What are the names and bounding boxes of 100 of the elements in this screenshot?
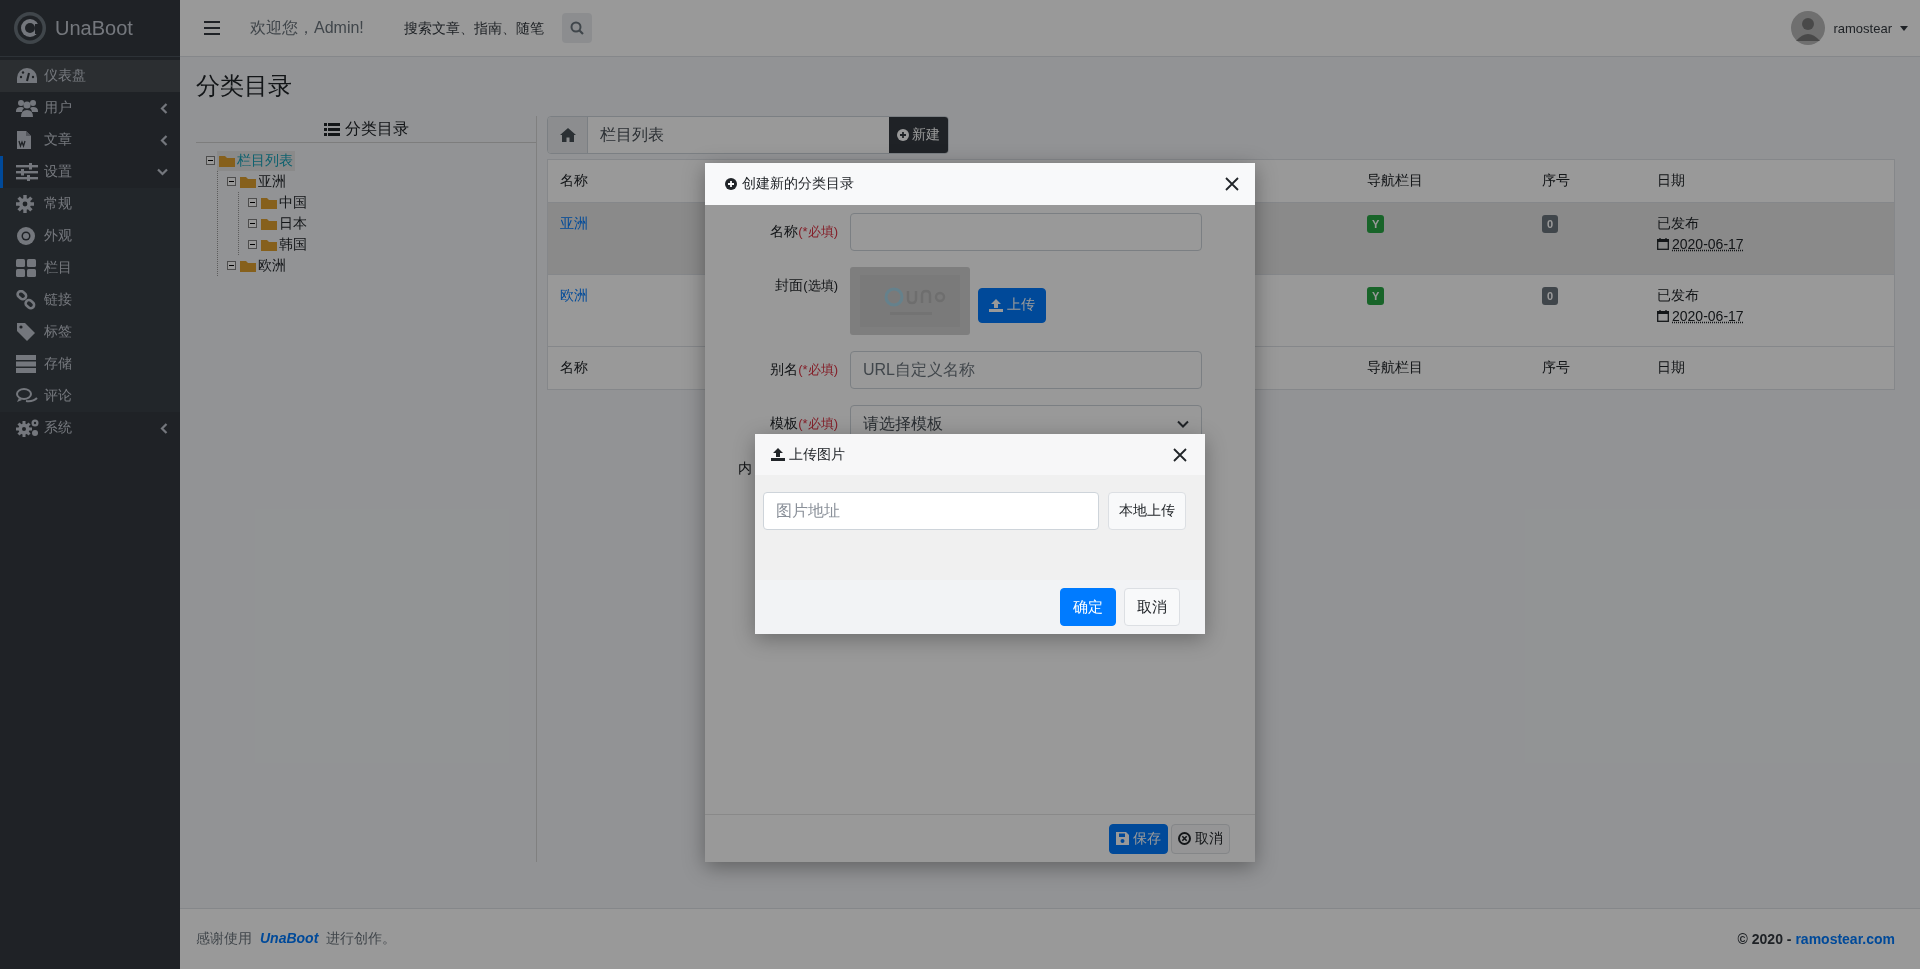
nav-badge: Y [1367, 287, 1385, 305]
cancel-button[interactable]: 取消 [1171, 823, 1230, 854]
tag-icon [16, 322, 36, 342]
brand-name: UnaBoot [55, 16, 133, 40]
search-button[interactable] [561, 13, 592, 43]
search-icon [569, 21, 584, 35]
grid-icon [16, 259, 36, 277]
copyright-text: © 2020 - ramostear.com [1737, 931, 1895, 947]
close-icon [1225, 177, 1239, 191]
save-icon [1116, 832, 1129, 845]
field-label: 内 [738, 460, 752, 476]
brand-link[interactable]: UnaBoot [260, 930, 319, 946]
users-icon [16, 99, 38, 117]
sidebar-item[interactable]: 存储 [0, 348, 180, 380]
column-header: 序号 [1541, 172, 1571, 190]
cancel-button[interactable]: 取消 [1124, 588, 1180, 626]
panel-title: 分类目录 [344, 118, 409, 139]
plus-circle-icon [897, 129, 909, 141]
sidebar-item[interactable]: 外观 [0, 220, 180, 252]
gears-icon [16, 418, 40, 438]
server-icon [16, 355, 36, 373]
column-header: 导航栏目 [1366, 359, 1424, 377]
tree-item[interactable]: 中国 [259, 192, 309, 213]
plus-circle-icon [725, 178, 737, 190]
column-header: 导航栏目 [1366, 172, 1424, 190]
sidebar-item[interactable]: 文章 [0, 124, 180, 156]
folder-icon [261, 238, 277, 251]
sidebar-item[interactable]: 常规 [0, 188, 180, 220]
calendar-icon [1657, 238, 1669, 250]
sidebar-item[interactable]: 栏目 [0, 252, 180, 284]
calendar-icon [1657, 310, 1669, 322]
field-label: 别名(*必填) [769, 360, 838, 379]
ring-icon [16, 226, 36, 246]
column-header: 名称 [559, 172, 589, 190]
upload-icon [771, 448, 785, 461]
sliders-icon [16, 163, 38, 181]
menu-icon [204, 21, 220, 35]
field-label: 名称(*必填) [769, 222, 838, 241]
folder-icon [261, 196, 277, 209]
column-header: 日期 [1656, 359, 1686, 377]
upload-button[interactable]: 上传 [978, 287, 1046, 323]
date-link[interactable]: 2020-06-17 [1657, 236, 1744, 252]
save-button[interactable]: 保存 [1109, 823, 1168, 854]
order-badge: 0 [1542, 287, 1559, 305]
document-icon [16, 130, 32, 150]
sidebar-item[interactable]: 系统 [0, 412, 180, 444]
dialog-title: 创建新的分类目录 [742, 175, 855, 193]
dialog-title: 上传图片 [789, 445, 846, 464]
tree-item[interactable]: 栏目列表 [217, 150, 295, 171]
tree-item[interactable]: 亚洲 [238, 171, 288, 192]
list-icon [323, 122, 340, 136]
gear-icon [16, 195, 34, 213]
date-link[interactable]: 2020-06-17 [1657, 308, 1744, 324]
chevron-left-icon [160, 102, 168, 114]
breadcrumb-text: 栏目列表 [599, 124, 665, 145]
text-field[interactable] [850, 213, 1202, 251]
image-url-field[interactable]: 图片地址 [763, 492, 1099, 530]
logo-icon [13, 11, 47, 45]
tree-item[interactable]: 韩国 [259, 234, 309, 255]
sidebar-item[interactable]: 标签 [0, 316, 180, 348]
local-upload-button[interactable]: 本地上传 [1108, 492, 1186, 530]
field-label: 封面(选填) [774, 276, 838, 295]
link-icon [16, 290, 36, 310]
user-name[interactable]: ramostear [1833, 20, 1892, 36]
avatar-icon [1791, 11, 1826, 45]
field-label: 模板(*必填) [769, 414, 838, 433]
page-title: 分类目录 [196, 71, 293, 101]
column-header: 序号 [1541, 359, 1571, 377]
site-link[interactable]: ramostear.com [1795, 931, 1895, 947]
close-button[interactable] [1173, 447, 1187, 462]
folder-icon [240, 175, 256, 188]
new-button[interactable]: 新建 [889, 117, 948, 153]
gauge-icon [16, 67, 38, 85]
sidebar-item[interactable]: 链接 [0, 284, 180, 316]
sidebar-item[interactable]: 用户 [0, 92, 180, 124]
upload-icon [989, 298, 1003, 312]
close-button[interactable] [1225, 177, 1239, 191]
folder-icon [219, 154, 235, 167]
caret-down-icon [1900, 25, 1908, 31]
footer-text: 感谢使用 UnaBoot 进行创作。 [196, 930, 397, 948]
chevron-left-icon [160, 422, 168, 434]
chevron-down-icon [157, 168, 168, 176]
column-header: 名称 [559, 359, 589, 377]
order-badge: 0 [1542, 215, 1559, 233]
nav-badge: Y [1367, 215, 1385, 233]
confirm-button[interactable]: 确定 [1060, 588, 1116, 626]
sidebar-item[interactable]: 评论 [0, 380, 180, 412]
tree-item[interactable]: 日本 [259, 213, 309, 234]
chat-icon [16, 387, 38, 405]
category-link[interactable]: 亚洲 [560, 215, 588, 231]
close-icon [1173, 447, 1187, 462]
category-link[interactable]: 欧洲 [560, 287, 588, 303]
search-field[interactable]: 搜索文章、指南、随笔 [403, 20, 554, 36]
text-field[interactable]: URL自定义名称 [850, 351, 1202, 389]
chevron-left-icon [160, 134, 168, 146]
status-text: 已发布 [1657, 215, 1700, 233]
tree-item[interactable]: 欧洲 [238, 255, 288, 276]
folder-icon [240, 259, 256, 272]
welcome-text: 欢迎您，Admin! [250, 17, 364, 38]
folder-icon [261, 217, 277, 230]
